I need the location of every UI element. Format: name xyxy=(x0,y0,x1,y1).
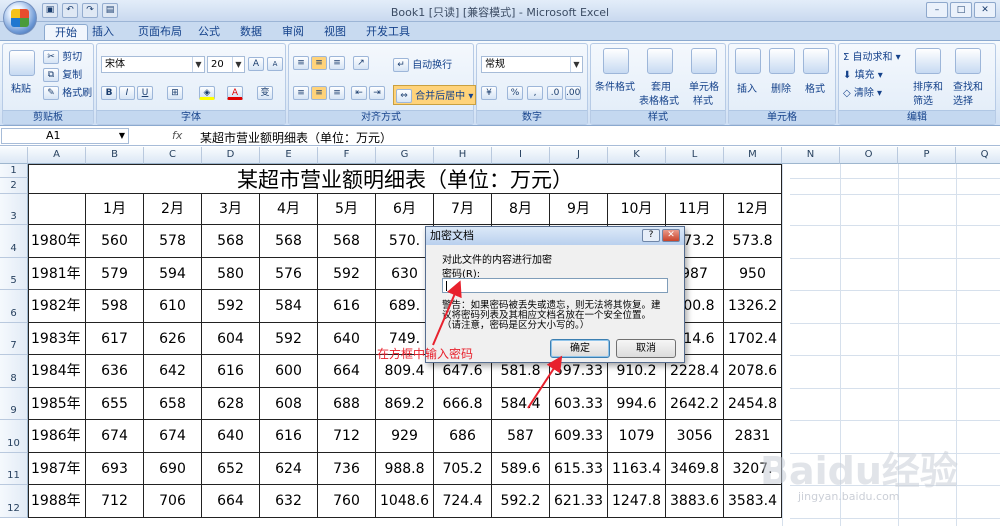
baidu-watermark: Baidu经验 xyxy=(760,449,958,493)
office-logo-icon xyxy=(11,9,29,27)
arrow-to-ok xyxy=(527,355,563,409)
baidu-watermark-url: jingyan.baidu.com xyxy=(798,490,900,503)
office-button[interactable] xyxy=(3,1,37,35)
annotation-text: 在方框中输入密码 xyxy=(377,347,474,361)
arrow-to-input xyxy=(432,280,462,346)
